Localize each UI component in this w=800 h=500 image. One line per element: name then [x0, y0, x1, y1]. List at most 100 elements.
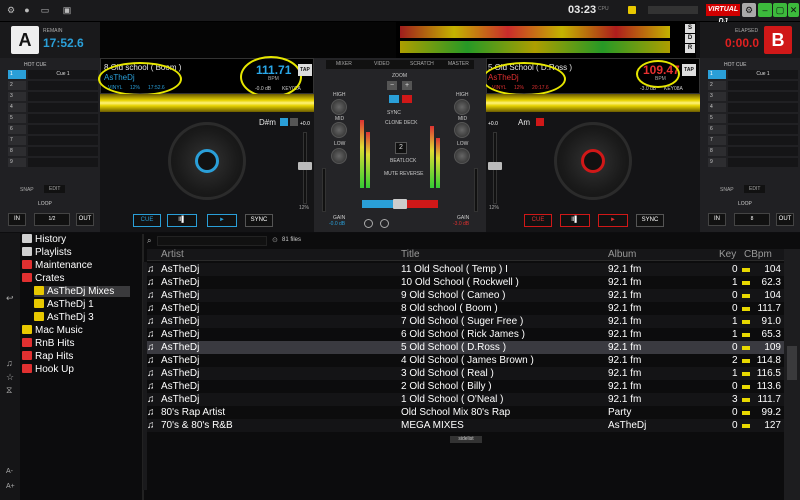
- loop-out-left[interactable]: OUT: [76, 213, 94, 226]
- tree-item[interactable]: Maintenance: [22, 260, 92, 271]
- sideview-tab[interactable]: [787, 346, 797, 380]
- tree-item[interactable]: Hook Up: [22, 364, 74, 375]
- col-key[interactable]: Key: [719, 249, 736, 260]
- table-row[interactable]: ♫ AsTheDj 10 Old School ( Rockwell ) 92.1 f…: [147, 276, 784, 289]
- left-hotcue-row[interactable]: 1Cue 1✕: [8, 70, 108, 80]
- tree-item[interactable]: AsTheDj Mixes: [34, 286, 130, 297]
- deck-b-pitch-handle[interactable]: [488, 162, 502, 170]
- left-hotcue-row[interactable]: 2✕: [8, 81, 108, 91]
- loop-size-right[interactable]: 8: [734, 213, 770, 226]
- hotcue-number[interactable]: 2: [8, 81, 26, 90]
- tree-item[interactable]: RnB Hits: [22, 338, 74, 349]
- hotcue-name[interactable]: [28, 147, 98, 156]
- col-title[interactable]: Title: [401, 249, 420, 260]
- left-hotcue-row[interactable]: 4✕: [8, 103, 108, 113]
- right-hotcue-row[interactable]: 7✕: [708, 136, 800, 146]
- table-row[interactable]: ♫ AsTheDj 4 Old School ( James Brown ) 92.1…: [147, 354, 784, 367]
- table-row[interactable]: ♫ AsTheDj 2 Old School ( Billy ) 92.1 fm 0 11…: [147, 380, 784, 393]
- edit-right[interactable]: EDIT: [744, 185, 766, 193]
- left-hotcue-row[interactable]: 3✕: [8, 92, 108, 102]
- table-row[interactable]: ♫ 70's & 80's R&B MEGA MIXES AsTheDj 0 127: [147, 419, 784, 432]
- high-knob-a[interactable]: [331, 99, 347, 115]
- loop-in-left[interactable]: IN: [8, 213, 26, 226]
- hotcue-number[interactable]: 3: [8, 92, 26, 101]
- deck-a-sync-button[interactable]: SYNC: [245, 214, 273, 227]
- right-hotcue-row[interactable]: 1Cue 1✕: [708, 70, 800, 80]
- deck-a-play-button[interactable]: ►: [207, 214, 237, 227]
- hotcue-number[interactable]: 8: [8, 147, 26, 156]
- search-options-icon[interactable]: ⊙: [272, 236, 278, 244]
- tab-scratch[interactable]: SCRATCH: [410, 61, 434, 67]
- font-smaller[interactable]: A-: [6, 468, 13, 475]
- hotcue-number[interactable]: 7: [8, 136, 26, 145]
- zoom-out-button[interactable]: −: [387, 81, 397, 90]
- tree-item[interactable]: Rap Hits: [22, 351, 73, 362]
- col-artist[interactable]: Artist: [161, 249, 184, 260]
- deck-a-letter[interactable]: A: [11, 26, 39, 54]
- table-row[interactable]: ♫ AsTheDj 7 Old School ( Suger Free ) 92.1 …: [147, 315, 784, 328]
- deck-b-sync-button[interactable]: SYNC: [636, 214, 664, 227]
- hotcue-number[interactable]: 6: [708, 125, 726, 134]
- deck-a-keylock-icon[interactable]: [280, 118, 288, 126]
- table-row[interactable]: ♫ AsTheDj 8 Old school ( Boom ) 92.1 fm 0 111…: [147, 302, 784, 315]
- hotcue-name[interactable]: [28, 125, 98, 134]
- table-row[interactable]: ♫ AsTheDj 1 Old School ( O'Neal ) 92.1 fm 3 1…: [147, 393, 784, 406]
- table-row[interactable]: ♫ AsTheDj 11 Old School ( Temp ) I 92.1 fm 0…: [147, 263, 784, 276]
- hotcue-name[interactable]: [728, 158, 798, 167]
- hotcue-name[interactable]: [728, 114, 798, 123]
- crossfader-handle[interactable]: [393, 199, 407, 209]
- deck-b-tap[interactable]: TAP: [682, 64, 696, 76]
- hotcue-number[interactable]: 9: [708, 158, 726, 167]
- low-knob-a[interactable]: [331, 148, 347, 164]
- loop-out-right[interactable]: OUT: [776, 213, 794, 226]
- right-hotcue-row[interactable]: 3✕: [708, 92, 800, 102]
- right-hotcue-row[interactable]: 4✕: [708, 103, 800, 113]
- overview-d-button[interactable]: D: [685, 34, 695, 43]
- tab-mixer[interactable]: MIXER: [336, 61, 352, 67]
- hotcue-number[interactable]: 8: [708, 147, 726, 156]
- monitor-icon[interactable]: ▣: [60, 5, 74, 16]
- hotcue-name[interactable]: [28, 136, 98, 145]
- table-row[interactable]: ♫ 80's Rap Artist Old School Mix 80's Rap P…: [147, 406, 784, 419]
- left-hotcue-row[interactable]: 9✕: [8, 158, 108, 168]
- headphone-icon[interactable]: [364, 219, 373, 228]
- deck-a-pause-button[interactable]: II▌: [167, 214, 197, 227]
- close-button[interactable]: ✕: [788, 3, 799, 17]
- sidelist-tab[interactable]: sidelist: [450, 436, 482, 443]
- deck-b-play-button[interactable]: ►: [598, 214, 628, 227]
- overview-s-button[interactable]: S: [685, 24, 695, 33]
- hotcue-name[interactable]: [28, 81, 98, 90]
- hotcue-number[interactable]: 5: [708, 114, 726, 123]
- channel-fader-b[interactable]: [474, 168, 478, 212]
- tree-item[interactable]: AsTheDj 1: [34, 299, 94, 310]
- hotcue-number[interactable]: 7: [708, 136, 726, 145]
- deck-a-jogwheel[interactable]: [168, 122, 246, 200]
- high-knob-b[interactable]: [454, 99, 470, 115]
- col-cbpm[interactable]: CBpm: [744, 249, 772, 260]
- table-row[interactable]: ♫ AsTheDj 6 Old School ( Rick James ) 92.1 …: [147, 328, 784, 341]
- deck-b-pause-button[interactable]: II▌: [560, 214, 590, 227]
- col-album[interactable]: Album: [608, 249, 636, 260]
- hotcue-number[interactable]: 1: [8, 70, 26, 79]
- deck-a-pitch-handle[interactable]: [298, 162, 312, 170]
- loop-in-right[interactable]: IN: [708, 213, 726, 226]
- hotcue-name[interactable]: [28, 114, 98, 123]
- hotcue-name[interactable]: [728, 103, 798, 112]
- minimize-button[interactable]: –: [758, 3, 772, 17]
- snap-right[interactable]: SNAP: [720, 187, 734, 193]
- right-hotcue-row[interactable]: 9✕: [708, 158, 800, 168]
- deck-b-letter[interactable]: B: [764, 26, 792, 54]
- hotcue-name[interactable]: [28, 158, 98, 167]
- font-larger[interactable]: A+: [6, 483, 15, 490]
- deck-b-cue-button[interactable]: CUE: [524, 214, 552, 227]
- deck-b-jogwheel[interactable]: [554, 122, 632, 200]
- tab-video[interactable]: VIDEO: [374, 61, 390, 67]
- left-hotcue-row[interactable]: 8✕: [8, 147, 108, 157]
- mid-knob-a[interactable]: [331, 122, 347, 138]
- mid-knob-b[interactable]: [454, 122, 470, 138]
- sync-b-icon[interactable]: [402, 95, 412, 103]
- hotcue-name[interactable]: [28, 103, 98, 112]
- left-hotcue-row[interactable]: 6✕: [8, 125, 108, 135]
- overview-r-button[interactable]: R: [685, 44, 695, 53]
- edit-left[interactable]: EDIT: [44, 185, 66, 193]
